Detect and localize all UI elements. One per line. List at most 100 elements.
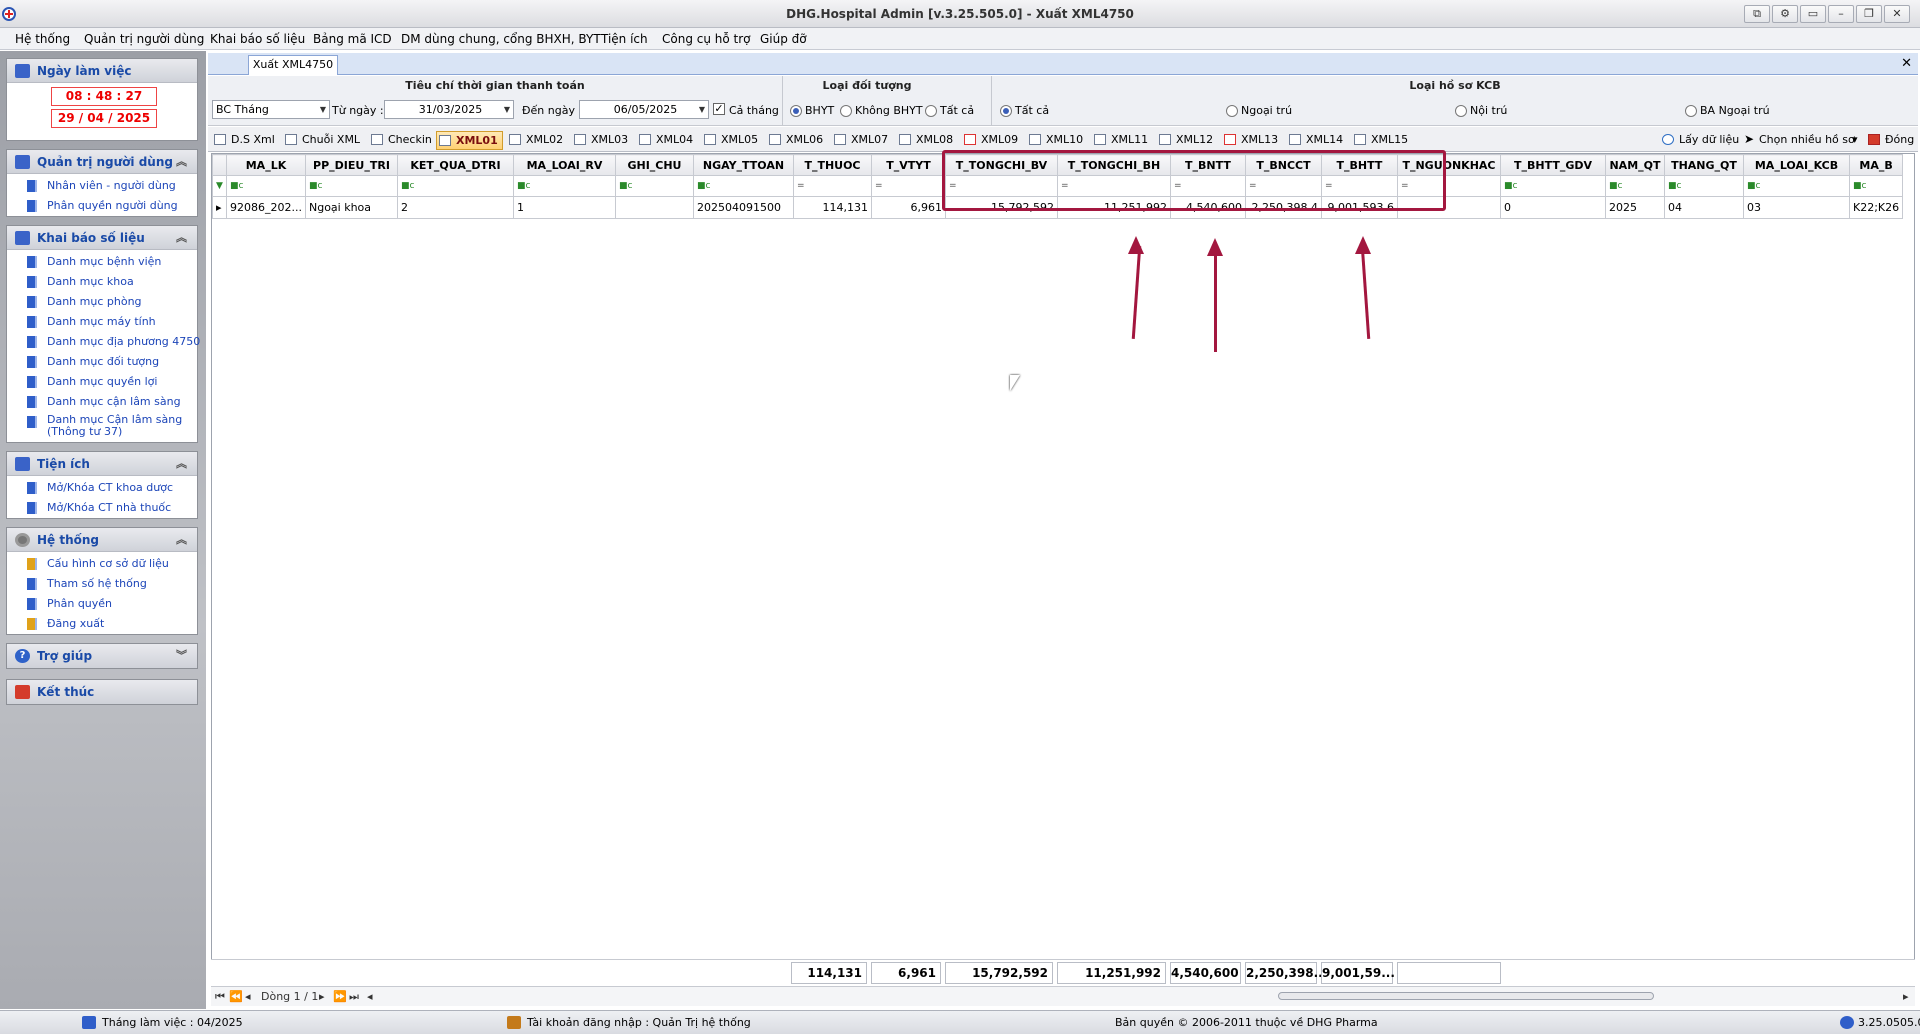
cell-ma-loai-rv[interactable]: 1 xyxy=(512,196,616,219)
cell-t-bhtt-gdv[interactable]: 0 xyxy=(1499,196,1606,219)
radio-ngoai-tru[interactable]: Ngoại trú xyxy=(1226,104,1292,117)
select-multiple-dropdown[interactable]: ▾ xyxy=(1848,131,1858,150)
filter-cell[interactable]: ■c xyxy=(614,175,694,197)
menu-quan-tri[interactable]: Quản trị người dùng xyxy=(84,32,204,46)
filter-cell[interactable]: ■c xyxy=(692,175,794,197)
sidebar-item-benefit[interactable]: Danh mục quyền lợi xyxy=(7,372,197,392)
col-t-vtyt[interactable]: T_VTYT xyxy=(870,154,946,176)
menu-tien-ich[interactable]: Tiện ích xyxy=(601,32,648,46)
menu-giup-do[interactable]: Giúp đỡ xyxy=(760,32,807,46)
radio-ba-ngoai-tru[interactable]: BA Ngoại trú xyxy=(1685,104,1770,117)
radio-khong-bhyt[interactable]: Không BHYT xyxy=(840,104,923,117)
first-record-icon[interactable]: ⏮ xyxy=(215,990,225,1004)
col-thang-qt[interactable]: THANG_QT xyxy=(1663,154,1744,176)
menu-icd[interactable]: Bảng mã ICD xyxy=(313,32,392,46)
sidebar-item-logout[interactable]: Đăng xuất xyxy=(7,614,197,634)
tab-xml08[interactable]: XML08 xyxy=(897,131,953,150)
sidebar-item-paraclinical-tt37[interactable]: Danh mục Cận lâm sàng (Thông tư 37) xyxy=(7,412,197,438)
sidebar-item-paraclinical[interactable]: Danh mục cận lâm sàng xyxy=(7,392,197,412)
col-ngay-ttoan[interactable]: NGAY_TTOAN xyxy=(692,154,794,176)
layout-icon[interactable]: ▭ xyxy=(1800,5,1826,23)
filter-cell[interactable]: ■c xyxy=(304,175,398,197)
report-type-select[interactable]: BC Tháng ▼ xyxy=(212,100,330,119)
tab-xml10[interactable]: XML10 xyxy=(1027,131,1083,150)
cell-ket-qua-dtri[interactable]: 2 xyxy=(396,196,514,219)
sidebar-item-roles[interactable]: Phân quyền xyxy=(7,594,197,614)
help-header[interactable]: ? Trợ giúp ︾ xyxy=(7,644,197,668)
col-ma-lk[interactable]: MA_LK xyxy=(226,154,306,176)
utils-header[interactable]: Tiện ích ︽ xyxy=(7,452,197,476)
filter-cell[interactable]: ■c xyxy=(1742,175,1850,197)
col-nam-qt[interactable]: NAM_QT xyxy=(1604,154,1665,176)
sidebar-item-object[interactable]: Danh mục đối tượng xyxy=(7,352,197,372)
tab-ds-xml[interactable]: D.S Xml xyxy=(212,131,275,150)
tab-xml12[interactable]: XML12 xyxy=(1157,131,1213,150)
cell-nam-qt[interactable]: 2025 xyxy=(1604,196,1665,219)
sidebar-item-lock-pharmacy-dept[interactable]: Mở/Khóa CT khoa dược xyxy=(7,478,197,498)
tab-xml03[interactable]: XML03 xyxy=(572,131,628,150)
tab-xml06[interactable]: XML06 xyxy=(767,131,823,150)
radio-bhyt[interactable]: BHYT xyxy=(790,104,834,117)
collapse-icon[interactable]: ︽ xyxy=(176,226,187,250)
col-ma-loai-rv[interactable]: MA_LOAI_RV xyxy=(512,154,616,176)
sidebar-item-hospital[interactable]: Danh mục bệnh viện xyxy=(7,252,197,272)
col-ghi-chu[interactable]: GHI_CHU xyxy=(614,154,694,176)
col-pp-dieu-tri[interactable]: PP_DIEU_TRI xyxy=(304,154,398,176)
sidebar-item-parameters[interactable]: Tham số hệ thống xyxy=(7,574,197,594)
settings-icon[interactable]: ⚙ xyxy=(1772,5,1798,23)
tab-xml11[interactable]: XML11 xyxy=(1092,131,1148,150)
menu-he-thong[interactable]: Hệ thống xyxy=(15,32,70,46)
to-date-input[interactable]: 06/05/2025 ▼ xyxy=(579,100,709,119)
prev-page-icon[interactable]: ⏪ xyxy=(229,990,243,1003)
menu-khai-bao[interactable]: Khai báo số liệu xyxy=(210,32,305,46)
whole-month-checkbox[interactable]: ✓ xyxy=(713,103,725,115)
sidebar-item-computer[interactable]: Danh mục máy tính xyxy=(7,312,197,332)
filter-cell[interactable]: ■c xyxy=(1604,175,1665,197)
tab-xml04[interactable]: XML04 xyxy=(637,131,693,150)
radio-tat-ca-record[interactable]: Tất cả xyxy=(1000,104,1049,117)
col-t-thuoc[interactable]: T_THUOC xyxy=(792,154,872,176)
filter-cell[interactable]: ■c xyxy=(226,175,306,197)
system-header[interactable]: Hệ thống ︽ xyxy=(7,528,197,552)
next-record-icon[interactable]: ▸ xyxy=(319,990,325,1003)
prev-record-icon[interactable]: ◂ xyxy=(245,990,251,1003)
sidebar-item-locality[interactable]: Danh mục địa phương 4750 xyxy=(7,332,200,352)
radio-noi-tru[interactable]: Nội trú xyxy=(1455,104,1507,117)
close-button[interactable]: Đóng xyxy=(1866,131,1914,150)
from-date-input[interactable]: 31/03/2025 ▼ xyxy=(384,100,514,119)
horizontal-scrollbar[interactable] xyxy=(1278,992,1654,1000)
collapse-icon[interactable]: ︽ xyxy=(176,452,187,476)
tab-xml14[interactable]: XML14 xyxy=(1287,131,1343,150)
scroll-left-icon[interactable]: ◂ xyxy=(367,990,373,1003)
exit-button[interactable]: Kết thúc xyxy=(7,680,197,704)
col-ma-loai-kcb[interactable]: MA_LOAI_KCB xyxy=(1742,154,1850,176)
tab-xml13[interactable]: XML13 xyxy=(1222,131,1278,150)
sidebar-item-department[interactable]: Danh mục khoa xyxy=(7,272,197,292)
collapse-icon[interactable]: ︽ xyxy=(176,150,187,174)
tab-xuat-xml4750[interactable]: Xuất XML4750 xyxy=(248,55,338,75)
select-multiple-button[interactable]: ➤ Chọn nhiều hồ sơ xyxy=(1740,131,1855,150)
filter-cell[interactable]: = xyxy=(792,175,872,197)
radio-tat-ca-object[interactable]: Tất cả xyxy=(925,104,974,117)
data-header[interactable]: Khai báo số liệu ︽ xyxy=(7,226,197,250)
collapse-icon[interactable]: ︽ xyxy=(176,528,187,552)
tab-xml05[interactable]: XML05 xyxy=(702,131,758,150)
filter-icon[interactable]: ▼ xyxy=(212,175,227,197)
tab-xml01[interactable]: XML01 xyxy=(436,131,503,150)
tab-xml07[interactable]: XML07 xyxy=(832,131,888,150)
next-page-icon[interactable]: ⏩ xyxy=(333,990,347,1003)
close-window-button[interactable]: ✕ xyxy=(1884,5,1910,23)
maximize-button[interactable]: ❐ xyxy=(1856,5,1882,23)
col-t-bhtt-gdv[interactable]: T_BHTT_GDV xyxy=(1499,154,1606,176)
col-ket-qua-dtri[interactable]: KET_QUA_DTRI xyxy=(396,154,514,176)
tab-xml15[interactable]: XML15 xyxy=(1352,131,1408,150)
tab-chuoi-xml[interactable]: Chuỗi XML xyxy=(283,131,360,150)
cell-t-vtyt[interactable]: 6,961 xyxy=(870,196,946,219)
close-tab-icon[interactable]: ✕ xyxy=(1901,56,1912,71)
minimize-button[interactable]: – xyxy=(1828,5,1854,23)
workday-header[interactable]: Ngày làm việc xyxy=(7,59,197,83)
cell-ghi-chu[interactable] xyxy=(614,196,694,219)
expand-icon[interactable]: ︾ xyxy=(176,644,187,668)
cell-ma-b[interactable]: K22;K26 xyxy=(1848,196,1904,219)
filter-cell[interactable]: ■c xyxy=(1499,175,1606,197)
